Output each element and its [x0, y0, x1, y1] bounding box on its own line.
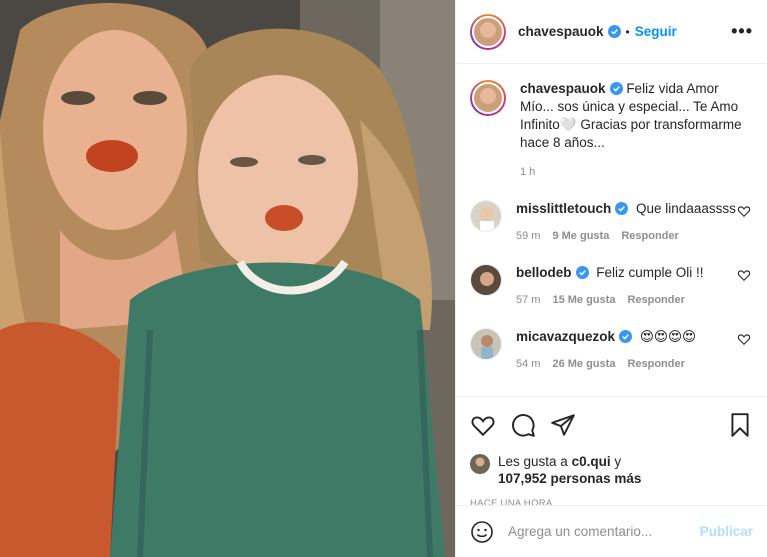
- verified-badge-icon: [575, 266, 589, 279]
- reply-button[interactable]: Responder: [621, 230, 678, 242]
- author-avatar[interactable]: [470, 13, 506, 50]
- likes-connector: y: [614, 454, 622, 469]
- reply-button[interactable]: Responder: [627, 294, 684, 306]
- liker-username[interactable]: c0.qui: [572, 454, 611, 469]
- caption-text: chavespauok Feliz vida Amor Mío... sos ú…: [520, 80, 750, 152]
- author-username[interactable]: chavespauok: [518, 24, 604, 39]
- comment-time[interactable]: 57 m: [516, 294, 540, 306]
- reply-button[interactable]: Responder: [627, 358, 684, 370]
- like-heart-icon[interactable]: [470, 412, 496, 438]
- caption-username[interactable]: chavespauok: [520, 81, 606, 96]
- save-bookmark-icon[interactable]: [727, 412, 753, 438]
- comment-time[interactable]: 59 m: [516, 230, 540, 242]
- comment-text: 😍😍😍😍: [639, 329, 697, 344]
- commenter-username[interactable]: micavazquezok: [516, 329, 615, 344]
- likes-count[interactable]: 107,952 personas más: [498, 471, 641, 486]
- commenter-username[interactable]: misslittletouch: [516, 201, 611, 216]
- caption-avatar[interactable]: [470, 80, 506, 116]
- post-details-panel: chavespauok • Seguir ••• chavespauok Fel…: [455, 0, 767, 557]
- comment-time[interactable]: 54 m: [516, 358, 540, 370]
- comment-likes[interactable]: 15 Me gusta: [552, 294, 615, 306]
- verified-badge-icon: [619, 330, 633, 343]
- commenter-username[interactable]: bellodeb: [516, 265, 572, 280]
- like-comment-heart-icon[interactable]: [737, 268, 751, 282]
- comment-bubble-icon[interactable]: [510, 412, 536, 438]
- likes-summary: Les gusta a c0.qui y 107,952 personas má…: [470, 453, 753, 487]
- comment-text: Feliz cumple Oli !!: [596, 265, 704, 280]
- comment-text: Que lindaaassss: [636, 201, 736, 216]
- post-photo[interactable]: [0, 0, 455, 557]
- liker-avatar[interactable]: [470, 454, 490, 474]
- verified-badge-icon: [609, 82, 623, 95]
- post-image: [0, 0, 455, 557]
- share-paper-plane-icon[interactable]: [550, 412, 576, 438]
- follow-button[interactable]: Seguir: [635, 24, 677, 39]
- comment-input[interactable]: [508, 524, 686, 539]
- comment-likes[interactable]: 9 Me gusta: [552, 230, 609, 242]
- comment-item: bellodeb Feliz cumple Oli !! 57 m 15 Me …: [470, 264, 753, 306]
- emoji-icon[interactable]: [470, 520, 494, 544]
- comment-likes[interactable]: 26 Me gusta: [552, 358, 615, 370]
- like-comment-heart-icon[interactable]: [737, 204, 751, 218]
- separator-dot: •: [625, 24, 630, 39]
- comment-item: misslittletouch Que lindaaassss 59 m 9 M…: [470, 200, 753, 242]
- post-header: chavespauok • Seguir •••: [456, 0, 767, 64]
- like-comment-heart-icon[interactable]: [737, 332, 751, 346]
- verified-badge-icon: [607, 25, 621, 38]
- commenter-avatar[interactable]: [470, 200, 502, 232]
- comments-list: chavespauok Feliz vida Amor Mío... sos ú…: [456, 64, 767, 396]
- comment-item: micavazquezok 😍😍😍😍 54 m 26 Me gusta Resp…: [470, 328, 753, 370]
- likes-prefix: Les gusta a: [498, 454, 568, 469]
- verified-badge-icon: [615, 202, 629, 215]
- post-actions: Les gusta a c0.qui y 107,952 personas má…: [456, 396, 767, 509]
- caption: chavespauok Feliz vida Amor Mío... sos ú…: [470, 80, 753, 178]
- caption-timestamp[interactable]: 1 h: [520, 166, 750, 178]
- more-options-button[interactable]: •••: [731, 21, 753, 42]
- add-comment-bar: Publicar: [456, 505, 767, 557]
- publish-button[interactable]: Publicar: [700, 524, 753, 539]
- commenter-avatar[interactable]: [470, 328, 502, 360]
- commenter-avatar[interactable]: [470, 264, 502, 296]
